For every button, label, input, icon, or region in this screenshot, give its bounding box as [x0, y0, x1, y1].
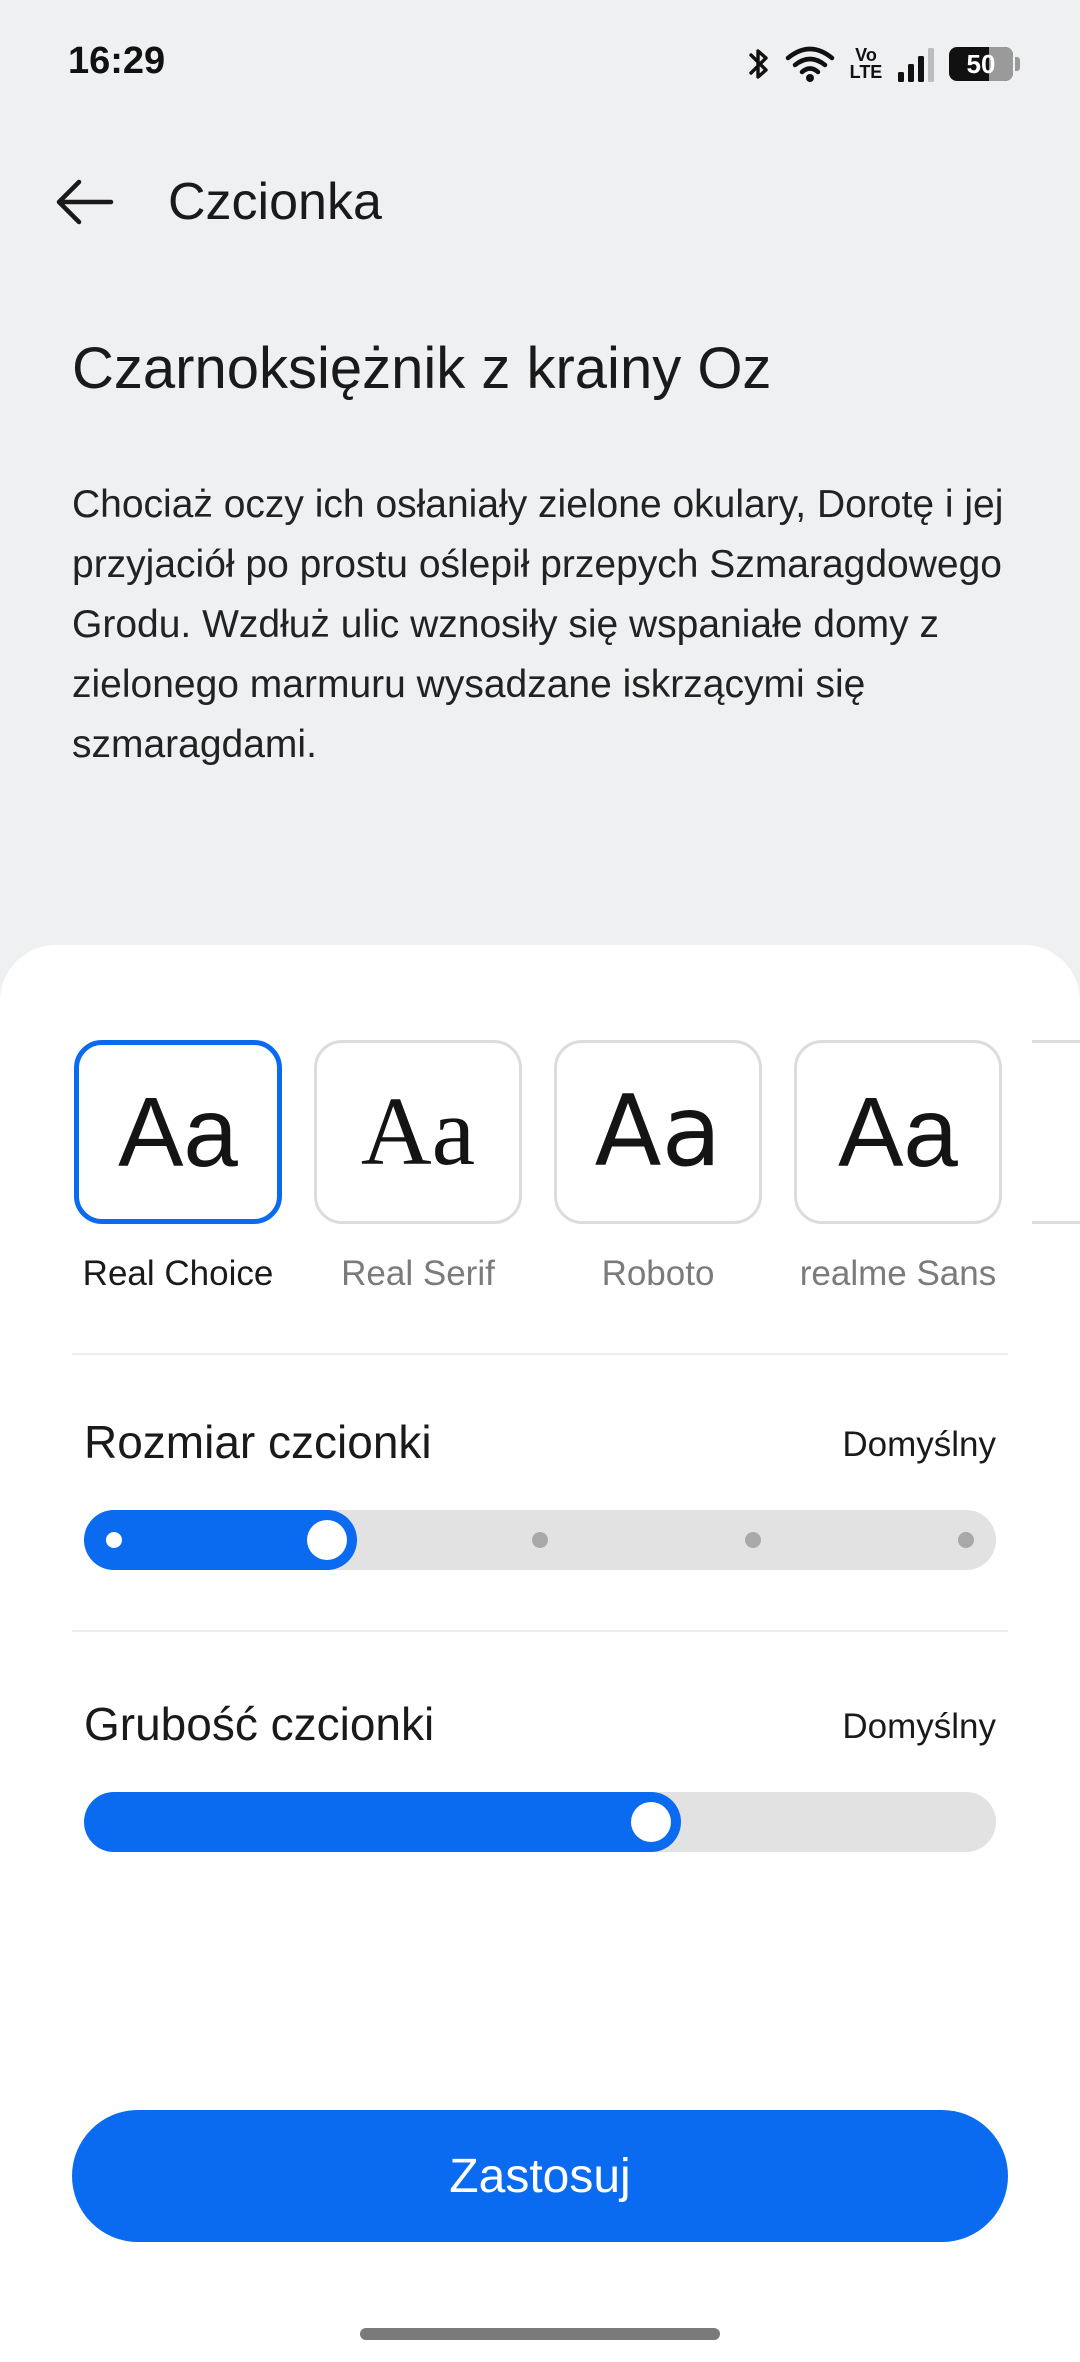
font-option-realme-sans[interactable]: Aa realme Sans — [792, 1040, 1004, 1294]
battery-tip — [1015, 57, 1020, 71]
arrow-left-icon — [56, 179, 114, 225]
font-option-real-serif[interactable]: Aa Real Serif — [312, 1040, 524, 1294]
slider-step-dot[interactable] — [532, 1532, 548, 1548]
font-size-label: Rozmiar czcionki — [84, 1416, 432, 1468]
preview-title: Czarnoksiężnik z krainy Oz — [72, 336, 772, 401]
slider-thumb[interactable] — [630, 1802, 671, 1842]
font-size-slider[interactable] — [84, 1510, 996, 1570]
status-bar: 16:29 Vo LTE 50 — [0, 0, 1080, 130]
slider-step-dot[interactable] — [958, 1532, 974, 1548]
font-option-partial[interactable] — [1032, 1040, 1080, 1294]
font-label: Roboto — [601, 1254, 715, 1293]
wifi-icon — [785, 44, 835, 84]
font-weight-slider[interactable] — [84, 1792, 996, 1852]
font-preview-card: Aa — [794, 1040, 1002, 1224]
page-title: Czcionka — [168, 173, 382, 231]
divider — [72, 1630, 1008, 1632]
font-size-value: Domyślny — [842, 1425, 996, 1464]
battery-icon: 50 — [949, 47, 1013, 81]
slider-fill — [84, 1792, 681, 1852]
bluetooth-icon — [747, 45, 771, 83]
volte-icon: Vo LTE — [849, 45, 883, 82]
font-settings-sheet: Aa Real Choice Aa Real Serif Aa Roboto A… — [0, 945, 1080, 2362]
slider-step-dot[interactable] — [106, 1532, 122, 1548]
font-preview-card — [1032, 1040, 1080, 1224]
font-option-roboto[interactable]: Aa Roboto — [552, 1040, 764, 1294]
home-indicator — [360, 2328, 720, 2340]
font-weight-value: Domyślny — [842, 1707, 996, 1746]
back-button[interactable] — [44, 170, 124, 234]
signal-icon — [897, 46, 935, 82]
font-preview-card: Aa — [314, 1040, 522, 1224]
divider — [72, 1353, 1008, 1355]
font-label: realme Sans — [799, 1254, 997, 1293]
battery-level: 50 — [966, 48, 996, 79]
font-list[interactable]: Aa Real Choice Aa Real Serif Aa Roboto A… — [72, 1040, 1080, 1294]
font-label: Real Choice — [82, 1254, 274, 1293]
slider-thumb[interactable] — [307, 1520, 347, 1560]
header: Czcionka — [0, 150, 1080, 250]
font-preview-card: Aa — [74, 1040, 282, 1224]
font-preview-card: Aa — [554, 1040, 762, 1224]
preview-body: Chociaż oczy ich osłaniały zielone okula… — [72, 483, 1004, 766]
font-label: Real Serif — [341, 1254, 495, 1293]
status-time: 16:29 — [68, 40, 166, 82]
font-option-real-choice[interactable]: Aa Real Choice — [72, 1040, 284, 1294]
apply-button[interactable]: Zastosuj — [72, 2110, 1008, 2242]
slider-step-dot[interactable] — [745, 1532, 761, 1548]
status-icons: Vo LTE 50 — [747, 42, 1020, 86]
font-weight-label: Grubość czcionki — [84, 1698, 435, 1750]
